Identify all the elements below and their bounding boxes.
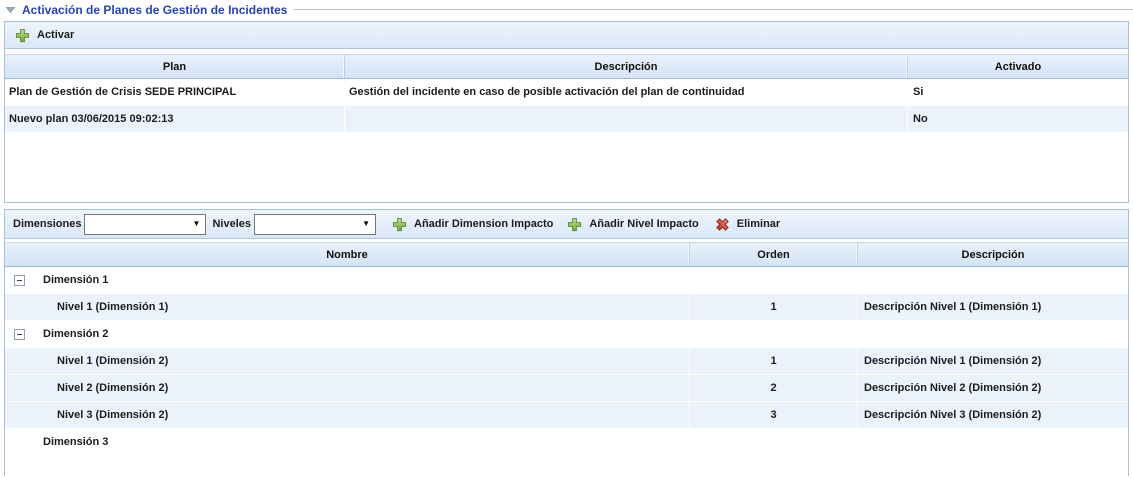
dimensiones-select[interactable]: ▼ <box>84 214 206 235</box>
cell-descripcion <box>858 267 1128 293</box>
impact-panel: Dimensiones ▼ Niveles ▼ Añadir Dimension… <box>4 209 1129 476</box>
niveles-label: Niveles <box>212 218 251 230</box>
activar-button-label: Activar <box>37 29 74 41</box>
add-level-label: Añadir Nivel Impacto <box>589 218 698 230</box>
plans-panel: Activar Plan Descripción Activado Plan d… <box>4 21 1129 203</box>
add-icon <box>15 28 30 43</box>
dimension-label: Dimensión 1 <box>43 274 108 286</box>
page-title: Activación de Planes de Gestión de Incid… <box>22 3 287 17</box>
tree-row-level[interactable]: Nivel 1 (Dimensión 2) 1 Descripción Nive… <box>5 348 1128 375</box>
tree-row-level[interactable]: Nivel 3 (Dimensión 2) 3 Descripción Nive… <box>5 402 1128 429</box>
cell-nombre: Nivel 1 (Dimensión 1) <box>5 294 690 320</box>
add-dimension-button[interactable]: Añadir Dimension Impacto <box>388 215 557 234</box>
cell-orden <box>690 267 858 293</box>
plans-toolbar: Activar <box>5 22 1128 49</box>
impact-grid-header: Nombre Orden Descripción <box>5 242 1128 267</box>
collapse-panel-icon[interactable] <box>4 3 17 16</box>
cell-nombre: Nivel 3 (Dimensión 2) <box>5 402 690 428</box>
cell-nombre: Nivel 2 (Dimensión 2) <box>5 375 690 401</box>
plans-grid-header: Plan Descripción Activado <box>5 54 1128 79</box>
cell-orden: 1 <box>690 348 858 374</box>
cell-descripcion <box>345 106 908 132</box>
cell-descripcion: Descripción Nivel 1 (Dimensión 2) <box>858 348 1128 374</box>
column-header-nombre[interactable]: Nombre <box>5 243 690 266</box>
dimensiones-label: Dimensiones <box>13 218 81 230</box>
tree-collapse-icon[interactable] <box>14 275 25 286</box>
triangle-down-icon <box>5 4 16 15</box>
cell-descripcion: Gestión del incidente en caso de posible… <box>345 79 908 105</box>
plans-grid: Plan Descripción Activado Plan de Gestió… <box>5 49 1128 202</box>
add-icon <box>392 217 407 232</box>
chevron-down-icon: ▼ <box>362 220 370 228</box>
cell-orden: 1 <box>690 294 858 320</box>
tree-row-level[interactable]: Nivel 2 (Dimensión 2) 2 Descripción Nive… <box>5 375 1128 402</box>
delete-label: Eliminar <box>737 218 780 230</box>
tree-row-level[interactable]: Nivel 1 (Dimensión 1) 1 Descripción Nive… <box>5 294 1128 321</box>
cell-orden: 3 <box>690 402 858 428</box>
table-row[interactable]: Plan de Gestión de Crisis SEDE PRINCIPAL… <box>5 79 1128 106</box>
activar-button[interactable]: Activar <box>11 26 78 45</box>
cell-descripcion: Descripción Nivel 3 (Dimensión 2) <box>858 402 1128 428</box>
level-label: Nivel 1 (Dimensión 1) <box>57 301 168 313</box>
cell-plan: Nuevo plan 03/06/2015 09:02:13 <box>5 106 345 132</box>
cell-nombre: Nivel 1 (Dimensión 2) <box>5 348 690 374</box>
cell-descripcion: Descripción Nivel 2 (Dimensión 2) <box>858 375 1128 401</box>
tree-collapse-icon[interactable] <box>14 329 25 340</box>
add-level-button[interactable]: Añadir Nivel Impacto <box>563 215 702 234</box>
column-header-plan[interactable]: Plan <box>5 55 345 78</box>
cell-descripcion <box>858 321 1128 347</box>
cell-descripcion <box>858 429 1128 455</box>
incident-plans-page: Activación de Planes de Gestión de Incid… <box>0 0 1133 479</box>
legend-divider <box>294 9 1133 10</box>
cell-nombre: Dimensión 3 <box>5 429 690 455</box>
delete-button[interactable]: Eliminar <box>711 215 784 234</box>
column-header-orden[interactable]: Orden <box>690 243 858 266</box>
cell-orden <box>690 321 858 347</box>
level-label: Nivel 1 (Dimensión 2) <box>57 355 168 367</box>
cell-descripcion: Descripción Nivel 1 (Dimensión 1) <box>858 294 1128 320</box>
column-header-descripcion[interactable]: Descripción <box>345 55 908 78</box>
dimension-label: Dimensión 3 <box>43 436 108 448</box>
grid-empty-area <box>5 133 1128 202</box>
impact-toolbar: Dimensiones ▼ Niveles ▼ Añadir Dimension… <box>5 210 1128 239</box>
cell-nombre: Dimensión 1 <box>5 267 690 293</box>
cell-nombre: Dimensión 2 <box>5 321 690 347</box>
level-label: Nivel 2 (Dimensión 2) <box>57 382 168 394</box>
chevron-down-icon: ▼ <box>193 220 201 228</box>
cell-orden <box>690 429 858 455</box>
dimension-label: Dimensión 2 <box>43 328 108 340</box>
column-header-activado[interactable]: Activado <box>908 55 1128 78</box>
table-row[interactable]: Nuevo plan 03/06/2015 09:02:13 No <box>5 106 1128 133</box>
tree-row-dimension[interactable]: Dimensión 1 <box>5 267 1128 294</box>
fieldset-legend: Activación de Planes de Gestión de Incid… <box>0 0 1133 19</box>
cell-activado: No <box>908 106 1128 132</box>
cell-orden: 2 <box>690 375 858 401</box>
niveles-select[interactable]: ▼ <box>254 214 376 235</box>
tree-row-dimension[interactable]: Dimensión 3 <box>5 429 1128 456</box>
delete-icon <box>715 217 730 232</box>
level-label: Nivel 3 (Dimensión 2) <box>57 409 168 421</box>
cell-activado: Si <box>908 79 1128 105</box>
column-header-descripcion[interactable]: Descripción <box>858 243 1128 266</box>
grid-empty-area <box>5 456 1128 476</box>
impact-grid: Nombre Orden Descripción Dimensión 1 Niv… <box>5 239 1128 476</box>
cell-plan: Plan de Gestión de Crisis SEDE PRINCIPAL <box>5 79 345 105</box>
add-icon <box>567 217 582 232</box>
tree-row-dimension[interactable]: Dimensión 2 <box>5 321 1128 348</box>
add-dimension-label: Añadir Dimension Impacto <box>414 218 553 230</box>
